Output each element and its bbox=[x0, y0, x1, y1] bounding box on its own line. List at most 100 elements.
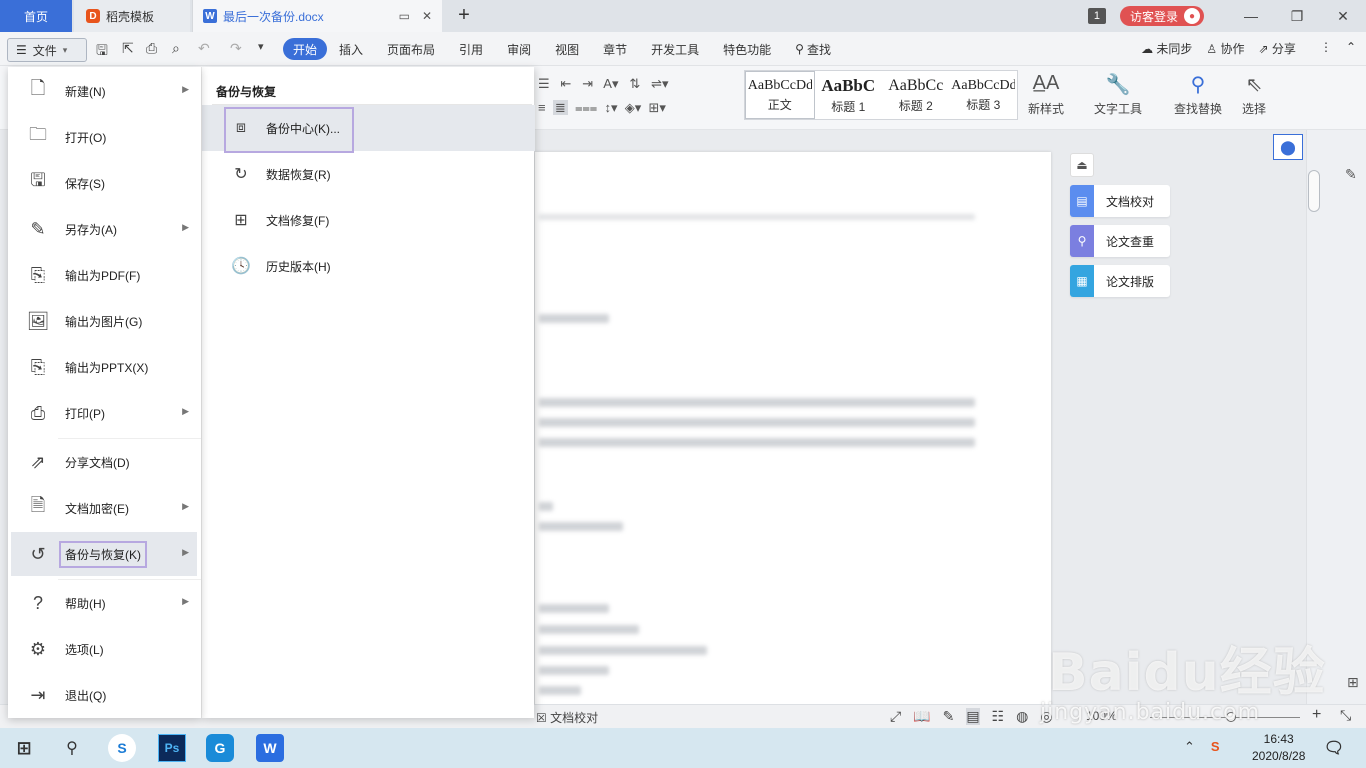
pin-tab-icon[interactable]: ▭ bbox=[399, 9, 410, 23]
share-button[interactable]: ⇗ 分享 bbox=[1259, 40, 1296, 57]
sync-button[interactable]: ☁ 未同步 bbox=[1141, 40, 1192, 57]
redo-icon[interactable]: ↷ bbox=[230, 40, 242, 57]
style-heading-2[interactable]: AaBbCc 标题 2 bbox=[882, 71, 950, 119]
tab-references[interactable]: 引用 bbox=[447, 38, 495, 60]
indent-decrease-icon[interactable]: ⇤ bbox=[561, 76, 572, 91]
tab-insert[interactable]: 插入 bbox=[327, 38, 375, 60]
notification-icon[interactable]: 🗨 bbox=[1320, 734, 1348, 762]
tab-document[interactable]: W 最后一次备份.docx ▭ ✕ bbox=[192, 0, 442, 32]
minimize-icon[interactable]: — bbox=[1228, 8, 1274, 24]
file-menu-options[interactable]: ⚙ 选项(L) bbox=[11, 627, 197, 671]
export-icon[interactable]: ⇱ bbox=[122, 40, 134, 57]
file-menu-open[interactable]: 🗀 打开(O) bbox=[11, 115, 197, 159]
search-icon[interactable]: ⚲ bbox=[58, 734, 86, 762]
select-button[interactable]: ⇖ 选择 bbox=[1242, 72, 1266, 117]
fit-icon[interactable]: ⤡ bbox=[1340, 707, 1351, 724]
tab-page-layout[interactable]: 页面布局 bbox=[375, 38, 447, 60]
close-window-icon[interactable]: ✕ bbox=[1320, 8, 1366, 25]
wps-tray-icon[interactable]: S bbox=[1211, 739, 1220, 755]
distribute-icon[interactable]: ⩶ bbox=[575, 100, 597, 115]
new-tab-button[interactable]: + bbox=[452, 4, 476, 27]
more-icon[interactable]: ⋮ bbox=[1320, 40, 1332, 57]
menu-label: 输出为PPTX(X) bbox=[65, 360, 149, 375]
tab-section[interactable]: 章节 bbox=[591, 38, 639, 60]
file-menu-button[interactable]: ☰ 文件 ▾ bbox=[7, 38, 87, 62]
file-menu-print[interactable]: ⎙ 打印(P) ▶ bbox=[11, 391, 197, 435]
submenu-doc-repair[interactable]: ⊞ 文档修复(F) bbox=[202, 197, 535, 243]
photoshop-icon[interactable]: Ps bbox=[158, 734, 186, 762]
grid-view-icon[interactable]: ⊞ bbox=[1347, 674, 1359, 691]
collapse-panel-icon[interactable]: ⏏ bbox=[1070, 153, 1094, 177]
align-left-icon[interactable]: ≡ bbox=[538, 100, 546, 115]
submenu-data-recovery[interactable]: ↻ 数据恢复(R) bbox=[202, 151, 535, 197]
file-menu-export-pptx[interactable]: ⎘ 输出为PPTX(X) bbox=[11, 345, 197, 389]
page-view-icon[interactable]: ▤ bbox=[966, 708, 980, 725]
collapse-ribbon-icon[interactable]: ⌃ bbox=[1346, 40, 1356, 57]
visitor-login-button[interactable]: 访客登录 ● bbox=[1119, 6, 1204, 26]
file-menu-save-as[interactable]: ✎ 另存为(A) ▶ bbox=[11, 207, 197, 251]
tab-view[interactable]: 视图 bbox=[543, 38, 591, 60]
file-menu-export-image[interactable]: 🖼 输出为图片(G) bbox=[11, 299, 197, 343]
document-page[interactable] bbox=[535, 152, 1051, 712]
paper-format-card[interactable]: ▦ 论文排版 bbox=[1070, 265, 1170, 297]
sort-icon[interactable]: ⇅ bbox=[629, 76, 640, 91]
tab-review[interactable]: 审阅 bbox=[495, 38, 543, 60]
browser-icon[interactable]: G bbox=[206, 734, 234, 762]
file-menu-share[interactable]: ⇗ 分享文档(D) bbox=[11, 440, 197, 484]
tab-developer[interactable]: 开发工具 bbox=[639, 38, 711, 60]
web-view-icon[interactable]: ◍ bbox=[1016, 708, 1028, 725]
file-menu-exit[interactable]: ⇥ 退出(Q) bbox=[11, 673, 197, 717]
collaborate-button[interactable]: ♙ 协作 bbox=[1206, 40, 1244, 57]
align-center-icon[interactable]: ≣ bbox=[552, 100, 568, 115]
file-menu-backup[interactable]: ↺ 备份与恢复(K) ▶ bbox=[11, 532, 197, 576]
pen-icon[interactable]: ✎ bbox=[1345, 166, 1357, 183]
find-replace-button[interactable]: ⚲ 查找替换 bbox=[1174, 72, 1222, 117]
file-menu-save[interactable]: 🖫 保存(S) bbox=[11, 161, 197, 205]
list-icon[interactable]: ☰ bbox=[538, 76, 550, 91]
submenu-history[interactable]: 🕓 历史版本(H) bbox=[202, 243, 535, 289]
style-normal[interactable]: AaBbCcDd 正文 bbox=[745, 71, 815, 119]
tab-special[interactable]: 特色功能 bbox=[711, 38, 783, 60]
print-icon[interactable]: ⎙ bbox=[146, 40, 157, 57]
line-spacing-icon[interactable]: ↕▾ bbox=[604, 100, 617, 115]
tab-home[interactable]: 首页 bbox=[0, 0, 72, 32]
read-mode-icon[interactable]: 📖 bbox=[913, 708, 930, 725]
wps-icon[interactable]: W bbox=[256, 734, 284, 762]
sogou-icon[interactable]: S bbox=[108, 734, 136, 762]
file-menu-export-pdf[interactable]: ⎘ 输出为PDF(F) bbox=[11, 253, 197, 297]
restore-icon[interactable]: ❐ bbox=[1274, 8, 1320, 25]
style-heading-3[interactable]: AaBbCcDd 标题 3 bbox=[950, 71, 1018, 119]
save-icon[interactable]: 🖫 bbox=[96, 40, 108, 64]
customize-icon[interactable]: ▾ bbox=[258, 40, 264, 53]
scrollbar-thumb[interactable] bbox=[1308, 170, 1320, 212]
tab-template[interactable]: D 稻壳模板 bbox=[74, 0, 190, 32]
plagiarism-check-card[interactable]: ⚲ 论文查重 bbox=[1070, 225, 1170, 257]
border-icon[interactable]: ⊞▾ bbox=[649, 100, 666, 115]
close-tab-icon[interactable]: ✕ bbox=[422, 9, 432, 23]
spacing-icon[interactable]: ⇌▾ bbox=[651, 76, 668, 91]
outline-view-icon[interactable]: ☷ bbox=[992, 708, 1005, 725]
tab-search[interactable]: ⚲ 查找 bbox=[783, 38, 843, 60]
zoom-in-icon[interactable]: + bbox=[1312, 706, 1321, 724]
font-size-icon[interactable]: A▾ bbox=[603, 76, 618, 91]
shading-icon[interactable]: ◈▾ bbox=[625, 100, 642, 115]
text-tools-button[interactable]: 🔧 文字工具 bbox=[1094, 72, 1142, 117]
tray-expand-icon[interactable]: ⌃ bbox=[1184, 739, 1195, 755]
undo-icon[interactable]: ↶ bbox=[198, 40, 210, 57]
location-pin-icon[interactable]: ⬤ bbox=[1273, 134, 1303, 160]
window-count-badge[interactable]: 1 bbox=[1087, 8, 1106, 24]
windows-start-icon[interactable]: ⊞ bbox=[10, 734, 38, 762]
file-menu-help[interactable]: ? 帮助(H) ▶ bbox=[11, 581, 197, 625]
file-menu-encrypt[interactable]: 🗎 文档加密(E) ▶ bbox=[11, 486, 197, 530]
fullscreen-icon[interactable]: ⤢ bbox=[890, 708, 901, 725]
style-heading-1[interactable]: AaBbC 标题 1 bbox=[815, 71, 883, 119]
file-menu-new[interactable]: 🗋 新建(N) ▶ bbox=[11, 69, 197, 113]
proofread-card[interactable]: ▤ 文档校对 bbox=[1070, 185, 1170, 217]
indent-increase-icon[interactable]: ⇥ bbox=[582, 76, 593, 91]
tab-start[interactable]: 开始 bbox=[283, 38, 328, 60]
proofread-status[interactable]: ☒ 文档校对 bbox=[536, 709, 598, 726]
print-preview-icon[interactable]: ⌕ bbox=[172, 40, 180, 57]
edit-mode-icon[interactable]: ✎ bbox=[943, 708, 955, 725]
new-style-button[interactable]: A̲A 新样式 bbox=[1028, 72, 1064, 117]
clock[interactable]: 16:43 2020/8/28 bbox=[1252, 731, 1305, 765]
